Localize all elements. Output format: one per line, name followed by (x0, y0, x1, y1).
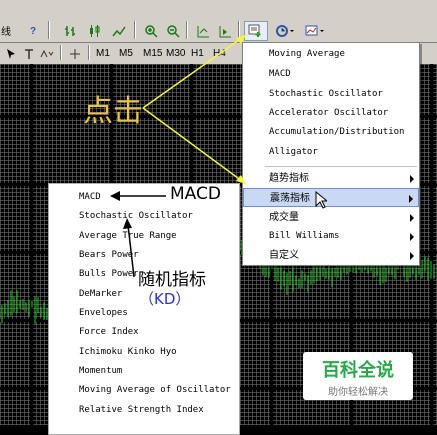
watermark: 百科全说 助你轻松解决 (303, 352, 413, 400)
random-index-annotation: 随机指标 (138, 265, 206, 290)
watermark-subtitle: 助你轻松解决 (328, 387, 388, 398)
macd-annotation: MACD (170, 184, 221, 204)
watermark-title: 百科全说 (322, 360, 394, 381)
kd-annotation: （KD） (139, 288, 191, 309)
click-annotation: 点击 (83, 94, 143, 129)
